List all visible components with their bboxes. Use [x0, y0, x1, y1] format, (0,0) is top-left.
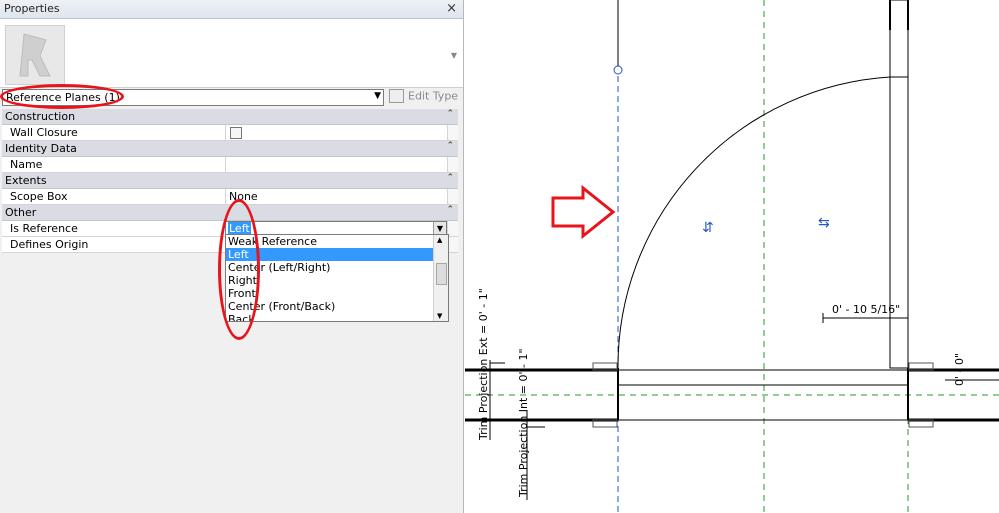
annotation-ellipse-type	[0, 84, 124, 109]
chevron-down-icon[interactable]: ▼	[374, 91, 381, 101]
collapse-icon[interactable]: ⌃	[446, 109, 454, 119]
reference-plane-end-handle[interactable]	[613, 65, 623, 75]
drawing-canvas[interactable]: 0' - 10 5/16" 0' - 0" Trim Projection Ex…	[465, 0, 999, 513]
property-row-name[interactable]: Name	[2, 157, 458, 173]
annotation-arrow	[551, 184, 616, 240]
type-preview: ▼	[0, 19, 463, 88]
wall-closure-checkbox[interactable]	[230, 127, 242, 139]
scroll-down-icon[interactable]: ▼	[437, 312, 442, 320]
row-cell	[447, 189, 458, 204]
scrollbar-thumb[interactable]	[436, 263, 447, 285]
trim-int-label[interactable]: Trim Projection Int = 0' - 1"	[517, 348, 530, 498]
flip-horizontal-icon[interactable]: ⇆	[818, 215, 830, 231]
scroll-up-icon[interactable]: ▲	[437, 236, 442, 244]
flip-vertical-icon[interactable]: ⇵	[702, 220, 714, 236]
property-name: Defines Origin	[10, 238, 89, 251]
category-label: Identity Data	[5, 142, 77, 155]
drawing-view[interactable]: 0' - 10 5/16" 0' - 0" Trim Projection Ex…	[465, 0, 999, 513]
properties-palette: Properties × ▼ Reference Planes (1) ▼ Ed…	[0, 0, 464, 513]
edit-type-button[interactable]: Edit Type	[389, 89, 458, 106]
category-construction[interactable]: Construction ⌃	[2, 109, 458, 125]
dropdown-option[interactable]: Back	[226, 313, 433, 321]
revit-family-icon	[5, 25, 65, 85]
property-name: Wall Closure	[10, 126, 78, 139]
property-name: Scope Box	[10, 190, 68, 203]
category-label: Other	[5, 206, 37, 219]
trim-ext-label[interactable]: Trim Projection Ext = 0' - 1"	[477, 288, 490, 441]
edit-type-icon	[389, 89, 404, 103]
row-cell	[447, 125, 458, 140]
category-extents[interactable]: Extents ⌃	[2, 173, 458, 189]
name-field[interactable]	[225, 157, 448, 172]
edit-type-label: Edit Type	[408, 89, 459, 103]
property-row-scope-box[interactable]: Scope Box None	[2, 189, 458, 205]
dimension-width-label[interactable]: 0' - 10 5/16"	[832, 303, 900, 316]
close-icon[interactable]: ×	[446, 1, 457, 16]
property-row-wall-closure[interactable]: Wall Closure	[2, 125, 458, 141]
dimension-zero-label[interactable]: 0' - 0"	[953, 353, 966, 386]
door-swing-arc[interactable]	[617, 76, 891, 369]
scope-box-field[interactable]: None	[225, 189, 448, 204]
category-label: Construction	[5, 110, 76, 123]
collapse-icon[interactable]: ⌃	[446, 141, 454, 151]
property-name: Is Reference	[10, 222, 78, 235]
category-identity-data[interactable]: Identity Data ⌃	[2, 141, 458, 157]
collapse-icon[interactable]: ⌃	[446, 205, 454, 215]
property-name: Name	[10, 158, 43, 171]
preview-dropdown-icon[interactable]: ▼	[451, 51, 457, 60]
palette-title: Properties	[4, 2, 60, 15]
property-value[interactable]	[225, 125, 448, 140]
category-label: Extents	[5, 174, 47, 187]
palette-title-bar[interactable]: Properties ×	[0, 0, 463, 19]
annotation-ellipse-options	[218, 199, 260, 340]
row-cell	[447, 157, 458, 172]
collapse-icon[interactable]: ⌃	[446, 173, 454, 183]
dropdown-scrollbar[interactable]: ▲ ▼	[433, 235, 448, 321]
